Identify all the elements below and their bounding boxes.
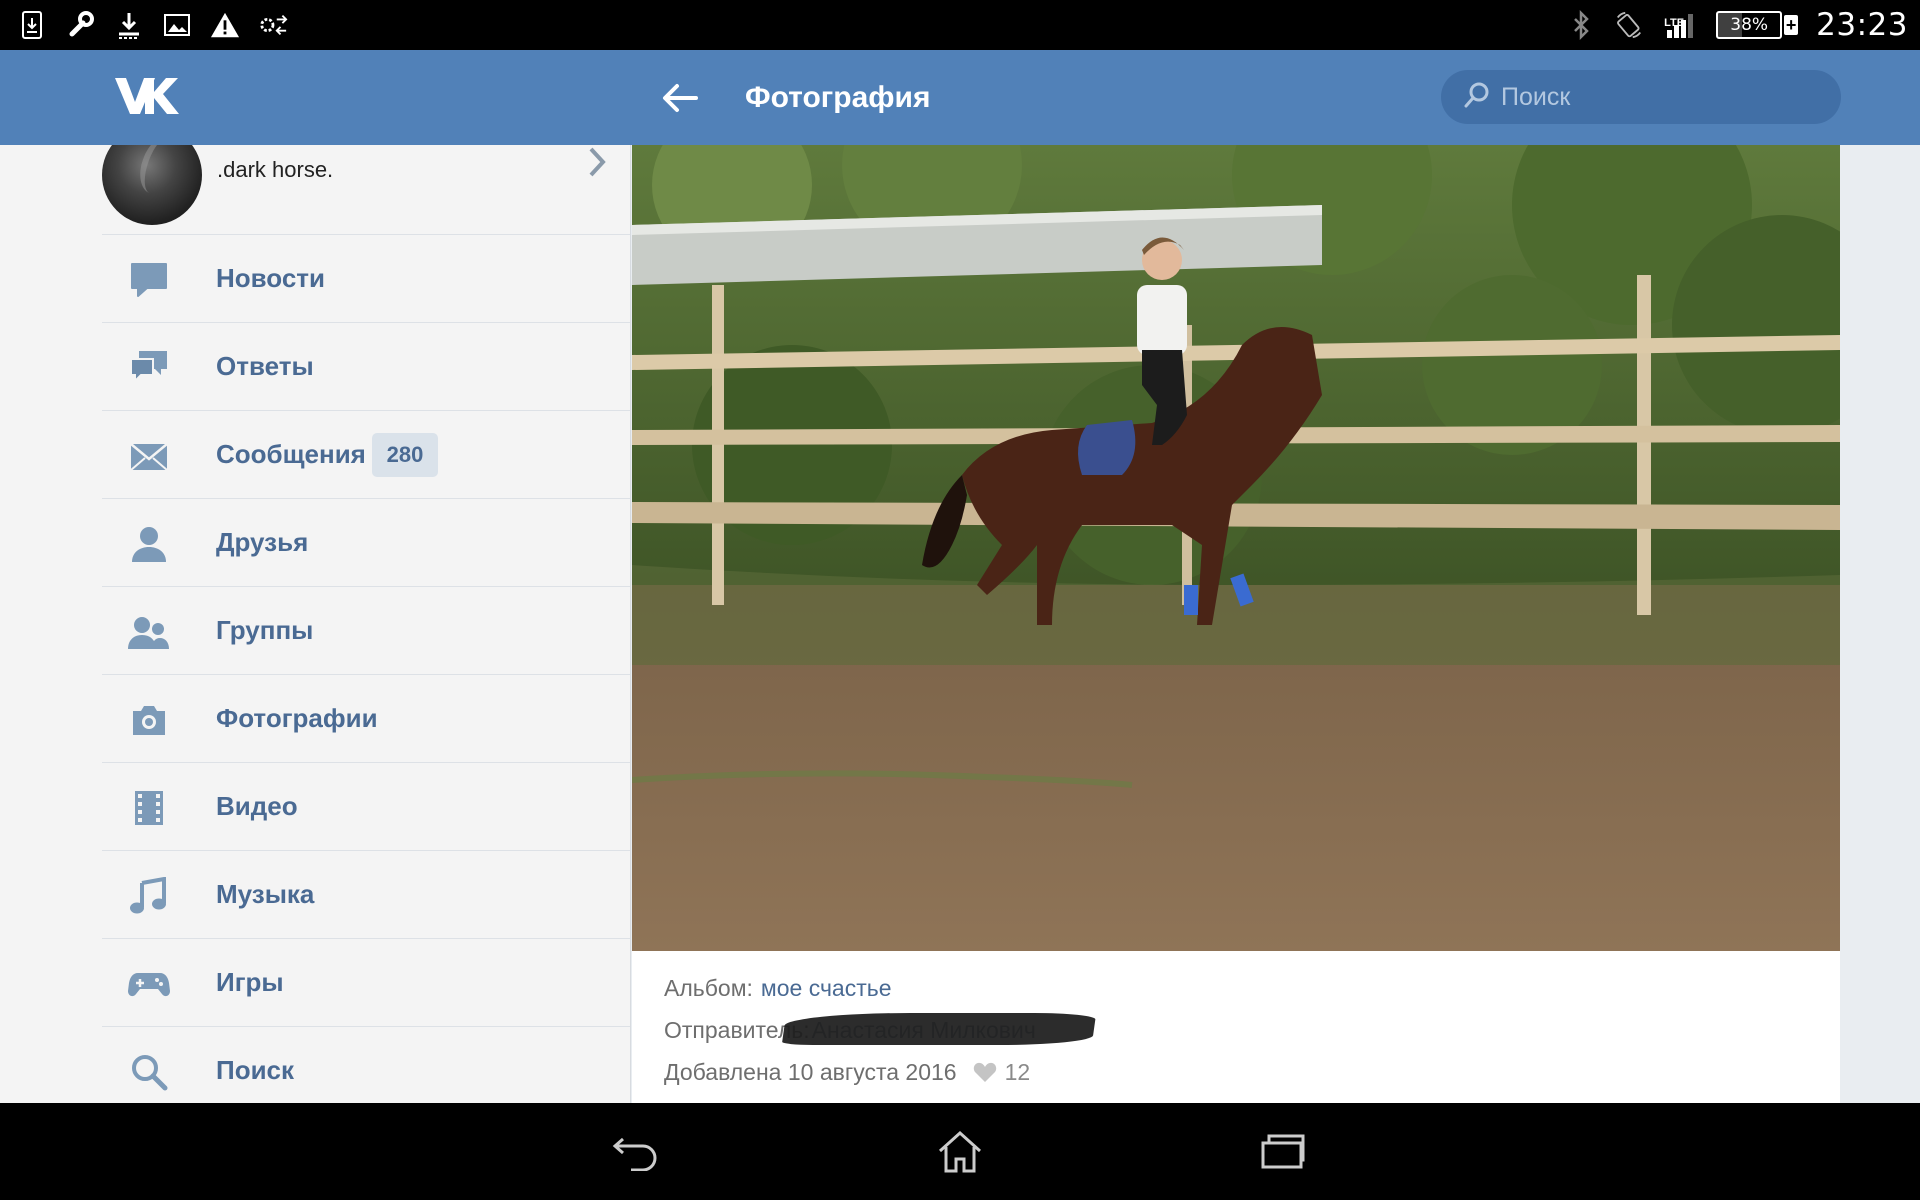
envelope-icon	[128, 437, 170, 475]
photo-info: Альбом: мое счастье Отправитель: Анастас…	[664, 967, 1036, 1093]
system-nav-bar	[0, 1103, 1920, 1200]
news-bubble-icon	[128, 261, 170, 299]
added-date: Добавлена 10 августа 2016	[664, 1059, 957, 1085]
search-icon	[128, 1053, 170, 1091]
nav-recents-icon[interactable]	[1248, 1123, 1318, 1179]
signal-icon: LTE	[1662, 10, 1698, 40]
sidebar-item-label: Музыка	[216, 879, 315, 909]
sidebar-item-label: Новости	[216, 263, 326, 293]
sidebar-item-messages[interactable]: Сообщения 280	[102, 411, 630, 499]
music-note-icon	[128, 877, 170, 915]
sidebar-item-label: Фотографии	[216, 703, 378, 733]
replies-bubbles-icon	[128, 349, 170, 387]
battery-icon: 38% +	[1716, 11, 1799, 39]
album-link[interactable]: мое счастье	[761, 967, 892, 1009]
sidebar-item-friends[interactable]: Друзья	[102, 499, 630, 587]
warning-icon	[210, 10, 240, 40]
sidebar-menu: Новости Ответы Сообщения 280 Друзья Груп…	[102, 235, 630, 1103]
sidebar-item-music[interactable]: Музыка	[102, 851, 630, 939]
profile-row[interactable]: .dark horse.	[102, 145, 630, 235]
sidebar-item-label: Группы	[216, 615, 314, 645]
sidebar: .dark horse. Новости Ответы Сообщения 28…	[0, 145, 631, 1103]
heart-icon	[973, 1062, 996, 1082]
sidebar-item-search[interactable]: Поиск	[102, 1027, 630, 1103]
sync-settings-icon	[258, 10, 288, 40]
like-button[interactable]: 12	[973, 1051, 1031, 1093]
sidebar-item-video[interactable]: Видео	[102, 763, 630, 851]
camera-icon	[128, 701, 170, 739]
battery-percent: 38%	[1730, 15, 1769, 35]
wrench-icon	[66, 10, 96, 40]
sidebar-item-games[interactable]: Игры	[102, 939, 630, 1027]
album-label: Альбом:	[664, 975, 753, 1001]
sidebar-item-groups[interactable]: Группы	[102, 587, 630, 675]
chevron-right-icon[interactable]	[585, 145, 609, 179]
clock: 23:23	[1816, 7, 1908, 43]
gamepad-icon	[128, 965, 170, 1003]
unread-badge: 280	[372, 433, 438, 477]
image-icon	[162, 10, 192, 40]
person-icon	[128, 525, 170, 563]
sidebar-item-label: Друзья	[216, 527, 309, 557]
bluetooth-icon	[1566, 10, 1596, 40]
search-input[interactable]	[1501, 82, 1821, 112]
avatar[interactable]	[102, 145, 202, 225]
app-header: Фотография	[0, 50, 1920, 145]
search-icon	[1463, 81, 1491, 114]
vk-logo-icon[interactable]	[113, 74, 179, 118]
sidebar-item-label: Ответы	[216, 351, 314, 381]
album-row: Альбом: мое счастье	[664, 967, 1036, 1009]
screen: LTE 38% + 23:23 Фотография Поиск .dark h…	[0, 0, 1920, 1200]
photo-image[interactable]	[632, 145, 1840, 951]
sender-link[interactable]: Анастасия Милкович	[812, 1009, 1036, 1051]
sender-row: Отправитель: Анастасия Милкович	[664, 1009, 1036, 1051]
sidebar-item-label: Видео	[216, 791, 298, 821]
like-count: 12	[1004, 1059, 1031, 1085]
screen-rotation-icon	[1614, 10, 1644, 40]
sidebar-item-label: Игры	[216, 967, 284, 997]
group-icon	[128, 613, 170, 651]
sidebar-item-replies[interactable]: Ответы	[102, 323, 630, 411]
film-icon	[128, 789, 170, 827]
sidebar-item-label: Поиск	[216, 1055, 295, 1085]
status-bar: LTE 38% + 23:23	[0, 0, 1920, 50]
back-arrow-icon[interactable]	[660, 76, 700, 120]
page-title: Фотография	[745, 81, 931, 114]
sidebar-item-label: Сообщения	[216, 439, 366, 469]
nav-back-icon[interactable]	[601, 1123, 671, 1179]
added-row: Добавлена 10 августа 2016 12	[664, 1051, 1036, 1093]
sidebar-item-photos[interactable]: Фотографии	[102, 675, 630, 763]
download-icon	[114, 10, 144, 40]
photo-viewer: Альбом: мое счастье Отправитель: Анастас…	[632, 145, 1840, 1103]
sim-download-icon	[18, 10, 48, 40]
nav-home-icon[interactable]	[925, 1123, 995, 1179]
profile-name: .dark horse.	[217, 157, 334, 182]
search-box[interactable]	[1441, 70, 1841, 124]
sidebar-item-news[interactable]: Новости	[102, 235, 630, 323]
